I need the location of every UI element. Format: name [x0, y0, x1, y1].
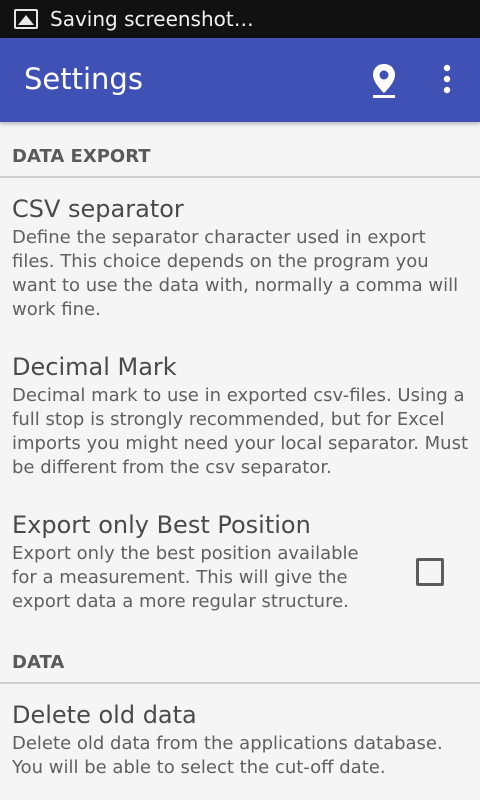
pref-export-best-position[interactable]: Export only Best Position Export only th… [0, 494, 480, 628]
pref-summary: Delete old data from the applications da… [12, 733, 443, 778]
status-bar: Saving screenshot… [0, 0, 480, 38]
pref-summary: Decimal mark to use in exported csv-file… [12, 385, 469, 478]
pref-csv-separator[interactable]: CSV separator Define the separator chara… [0, 178, 480, 336]
pref-title: CSV separator [12, 195, 184, 223]
page-title: Settings [24, 62, 143, 96]
settings-list[interactable]: DATA EXPORT CSV separator Define the sep… [0, 122, 480, 800]
app-bar: Settings [0, 38, 480, 122]
category-data: DATA [0, 628, 480, 684]
category-data-export: DATA EXPORT [0, 122, 480, 178]
location-button[interactable] [366, 58, 402, 102]
overflow-menu-icon [443, 64, 451, 94]
pref-summary: Define the separator character used in e… [12, 227, 459, 320]
pref-decimal-mark[interactable]: Decimal Mark Decimal mark to use in expo… [0, 336, 480, 494]
overflow-menu-button[interactable] [430, 58, 464, 102]
pref-title: Export only Best Position [12, 511, 311, 539]
category-title: DATA EXPORT [12, 146, 151, 167]
pref-summary: Export only the best position available … [12, 543, 359, 612]
pref-delete-old-data[interactable]: Delete old data Delete old data from the… [0, 684, 480, 794]
location-pin-icon [373, 64, 395, 98]
pref-title: Decimal Mark [12, 353, 177, 381]
image-icon [14, 9, 38, 29]
pref-title: Delete old data [12, 701, 197, 729]
status-notification-text: Saving screenshot… [50, 7, 254, 31]
export-best-position-checkbox[interactable] [416, 558, 444, 586]
category-title: DATA [12, 652, 65, 673]
